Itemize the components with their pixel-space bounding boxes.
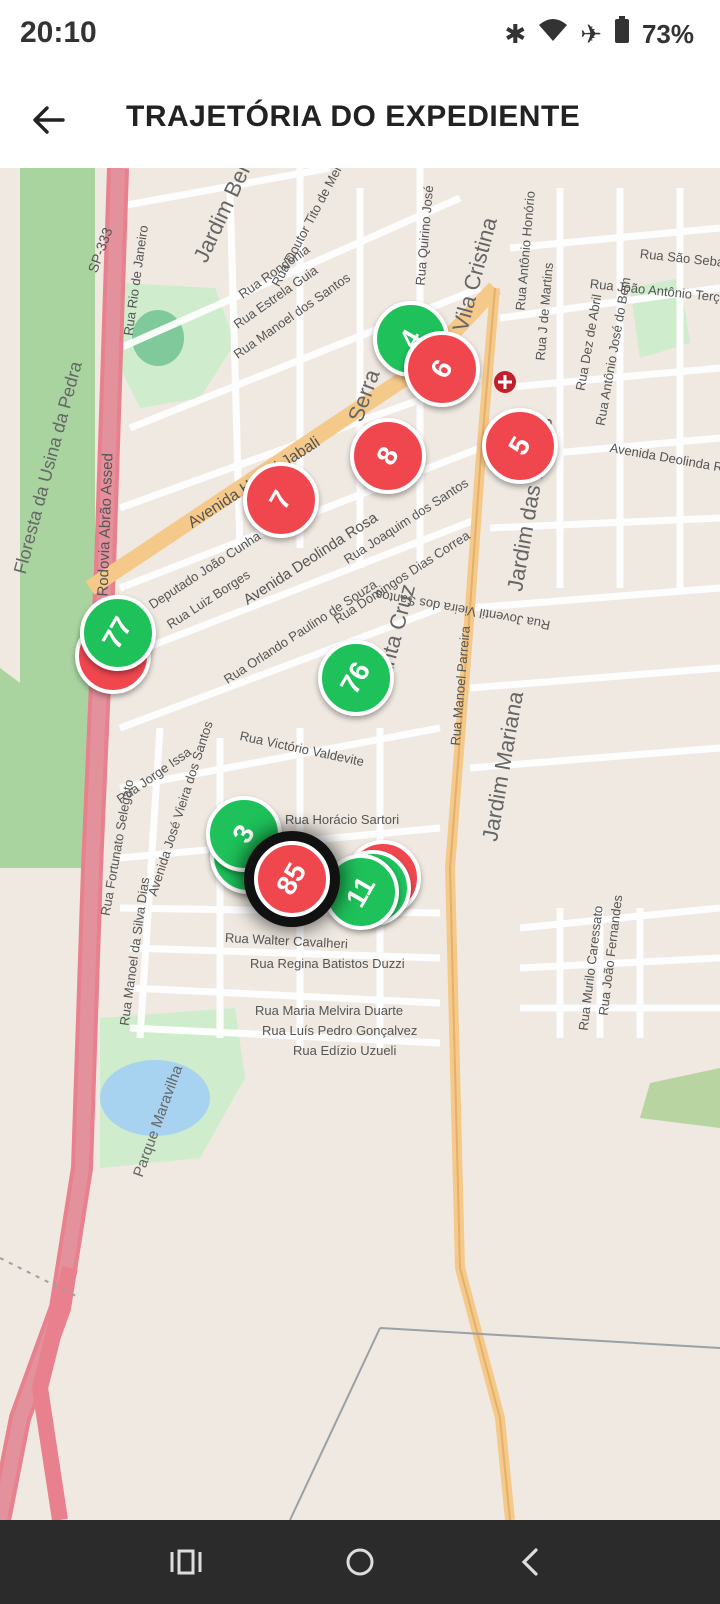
status-bar: 20:10 ✱ ✈ 73% xyxy=(0,0,720,70)
home-icon xyxy=(346,1548,374,1576)
battery-icon xyxy=(614,16,630,52)
marker-label: 6 xyxy=(424,354,459,384)
marker-label: 8 xyxy=(370,441,405,471)
map-marker[interactable]: 7 xyxy=(243,462,319,538)
status-icons: ✱ ✈ 73% xyxy=(504,16,694,52)
street-label: Rua Regina Batistos Duzzi xyxy=(250,956,405,971)
bluetooth-icon: ✱ xyxy=(504,19,527,49)
marker-label: 5 xyxy=(502,431,537,461)
street-label: Rua Horácio Sartori xyxy=(285,812,400,827)
map-marker[interactable]: 76 xyxy=(318,640,394,716)
selected-map-marker[interactable]: 85 xyxy=(254,841,330,917)
marker-label: 3 xyxy=(226,819,261,849)
street-label: Rua Luís Pedro Gonçalvez xyxy=(262,1023,418,1038)
map-marker[interactable]: 77 xyxy=(80,595,156,671)
recents-icon xyxy=(170,1549,202,1575)
map-marker[interactable]: 5 xyxy=(482,408,558,484)
back-icon xyxy=(521,1548,538,1576)
map-marker[interactable]: 6 xyxy=(404,331,480,407)
status-time: 20:10 xyxy=(20,16,97,49)
app-bar: TRAJETÓRIA DO EXPEDIENTE xyxy=(0,70,720,168)
marker-label: 7 xyxy=(263,485,298,515)
system-nav-bar xyxy=(0,1520,720,1604)
battery-percent: 73% xyxy=(641,19,694,49)
map-view[interactable]: Rodovia Abrão Assed SP-333 Avenida Habib… xyxy=(0,168,720,1520)
wifi-icon xyxy=(538,17,568,51)
marker-label: 85 xyxy=(270,857,313,900)
street-label: Rua Edízio Uzueli xyxy=(293,1043,397,1058)
page-title: TRAJETÓRIA DO EXPEDIENTE xyxy=(126,100,581,133)
back-button[interactable] xyxy=(22,94,74,146)
back-nav-button[interactable] xyxy=(508,1540,552,1584)
home-button[interactable] xyxy=(338,1540,382,1584)
street-label: Rua Maria Melvira Duarte xyxy=(255,1003,404,1018)
marker-label: 11 xyxy=(339,871,382,913)
map-marker[interactable]: 8 xyxy=(350,418,426,494)
map-marker[interactable]: 11 xyxy=(323,854,399,930)
marker-label: 77 xyxy=(96,611,139,654)
airplane-icon: ✈ xyxy=(580,19,602,49)
recents-button[interactable] xyxy=(164,1540,208,1584)
marker-label: 76 xyxy=(334,656,377,699)
arrow-left-icon xyxy=(33,106,65,134)
